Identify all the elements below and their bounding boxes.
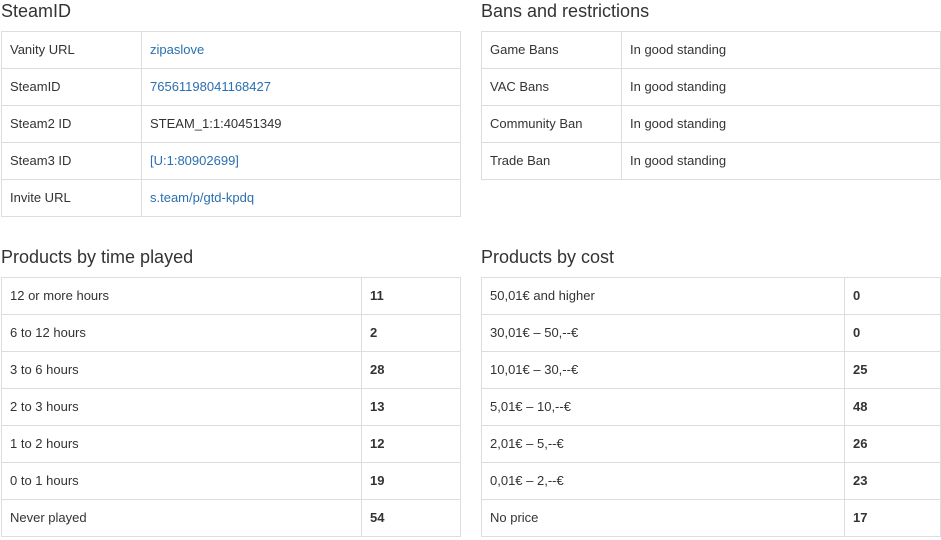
time-bucket-count: 13 <box>361 388 461 426</box>
game-bans-label: Game Bans <box>481 31 622 69</box>
invite-url-label: Invite URL <box>1 179 142 217</box>
cost-bucket-count: 25 <box>844 351 941 389</box>
game-bans-value: In good standing <box>621 31 941 69</box>
table-row: 1 to 2 hours 12 <box>1 425 461 463</box>
cost-bucket-count: 0 <box>844 277 941 315</box>
table-row: Steam2 ID STEAM_1:1:40451349 <box>1 105 461 143</box>
cost-bucket-label: 10,01€ – 30,--€ <box>481 351 845 389</box>
table-row: 6 to 12 hours 2 <box>1 314 461 352</box>
table-row: SteamID 76561198041168427 <box>1 68 461 106</box>
time-bucket-count: 2 <box>361 314 461 352</box>
time-bucket-count: 11 <box>361 277 461 315</box>
table-row: 5,01€ – 10,--€ 48 <box>481 388 941 426</box>
table-row: Game Bans In good standing <box>481 31 941 69</box>
time-bucket-label: 2 to 3 hours <box>1 388 362 426</box>
steamid-label: SteamID <box>1 68 142 106</box>
steamid-link[interactable]: 76561198041168427 <box>141 68 461 106</box>
table-row: VAC Bans In good standing <box>481 68 941 106</box>
vanity-url-label: Vanity URL <box>1 31 142 69</box>
time-played-section: Products by time played 12 or more hours… <box>1 246 461 537</box>
cost-title: Products by cost <box>481 247 615 267</box>
bans-title: Bans and restrictions <box>481 1 650 21</box>
time-bucket-count: 12 <box>361 425 461 463</box>
cost-bucket-label: 2,01€ – 5,--€ <box>481 425 845 463</box>
time-bucket-label: 12 or more hours <box>1 277 362 315</box>
community-ban-label: Community Ban <box>481 105 622 143</box>
trade-ban-value: In good standing <box>621 142 941 180</box>
time-bucket-label: Never played <box>1 499 362 537</box>
table-row: 0 to 1 hours 19 <box>1 462 461 500</box>
cost-bucket-count: 17 <box>844 499 941 537</box>
time-played-table: 12 or more hours 11 6 to 12 hours 2 3 to… <box>1 277 461 537</box>
table-row: 30,01€ – 50,--€ 0 <box>481 314 941 352</box>
table-row: Invite URL s.team/p/gtd-kpdq <box>1 179 461 217</box>
table-row: 12 or more hours 11 <box>1 277 461 315</box>
time-bucket-label: 3 to 6 hours <box>1 351 362 389</box>
table-row: 0,01€ – 2,--€ 23 <box>481 462 941 500</box>
cost-bucket-label: 0,01€ – 2,--€ <box>481 462 845 500</box>
community-ban-value: In good standing <box>621 105 941 143</box>
cost-bucket-count: 48 <box>844 388 941 426</box>
trade-ban-label: Trade Ban <box>481 142 622 180</box>
steam3-id-label: Steam3 ID <box>1 142 142 180</box>
table-row: Vanity URL zipaslove <box>1 31 461 69</box>
cost-bucket-label: No price <box>481 499 845 537</box>
table-row: 2,01€ – 5,--€ 26 <box>481 425 941 463</box>
steamid-section: SteamID Vanity URL zipaslove SteamID 765… <box>1 0 461 217</box>
cost-bucket-count: 0 <box>844 314 941 352</box>
bans-section: Bans and restrictions Game Bans In good … <box>481 0 941 180</box>
cost-section: Products by cost 50,01€ and higher 0 30,… <box>481 246 941 537</box>
time-bucket-count: 54 <box>361 499 461 537</box>
table-row: Never played 54 <box>1 499 461 537</box>
time-bucket-label: 6 to 12 hours <box>1 314 362 352</box>
table-row: 50,01€ and higher 0 <box>481 277 941 315</box>
time-bucket-count: 28 <box>361 351 461 389</box>
vac-bans-value: In good standing <box>621 68 941 106</box>
vanity-url-link[interactable]: zipaslove <box>141 31 461 69</box>
table-row: No price 17 <box>481 499 941 537</box>
steamid-title: SteamID <box>1 1 72 21</box>
time-bucket-label: 0 to 1 hours <box>1 462 362 500</box>
steam2-id-value: STEAM_1:1:40451349 <box>141 105 461 143</box>
cost-bucket-count: 26 <box>844 425 941 463</box>
table-row: Steam3 ID [U:1:80902699] <box>1 142 461 180</box>
table-row: 2 to 3 hours 13 <box>1 388 461 426</box>
cost-bucket-label: 30,01€ – 50,--€ <box>481 314 845 352</box>
table-row: 10,01€ – 30,--€ 25 <box>481 351 941 389</box>
time-played-title: Products by time played <box>1 247 194 267</box>
cost-bucket-label: 5,01€ – 10,--€ <box>481 388 845 426</box>
bans-table: Game Bans In good standing VAC Bans In g… <box>481 31 941 180</box>
invite-url-link[interactable]: s.team/p/gtd-kpdq <box>141 179 461 217</box>
steam2-id-label: Steam2 ID <box>1 105 142 143</box>
time-bucket-count: 19 <box>361 462 461 500</box>
steamid-table: Vanity URL zipaslove SteamID 76561198041… <box>1 31 461 217</box>
vac-bans-label: VAC Bans <box>481 68 622 106</box>
steam3-id-link[interactable]: [U:1:80902699] <box>141 142 461 180</box>
table-row: Community Ban In good standing <box>481 105 941 143</box>
table-row: Trade Ban In good standing <box>481 142 941 180</box>
table-row: 3 to 6 hours 28 <box>1 351 461 389</box>
cost-bucket-label: 50,01€ and higher <box>481 277 845 315</box>
time-bucket-label: 1 to 2 hours <box>1 425 362 463</box>
cost-bucket-count: 23 <box>844 462 941 500</box>
cost-table: 50,01€ and higher 0 30,01€ – 50,--€ 0 10… <box>481 277 941 537</box>
